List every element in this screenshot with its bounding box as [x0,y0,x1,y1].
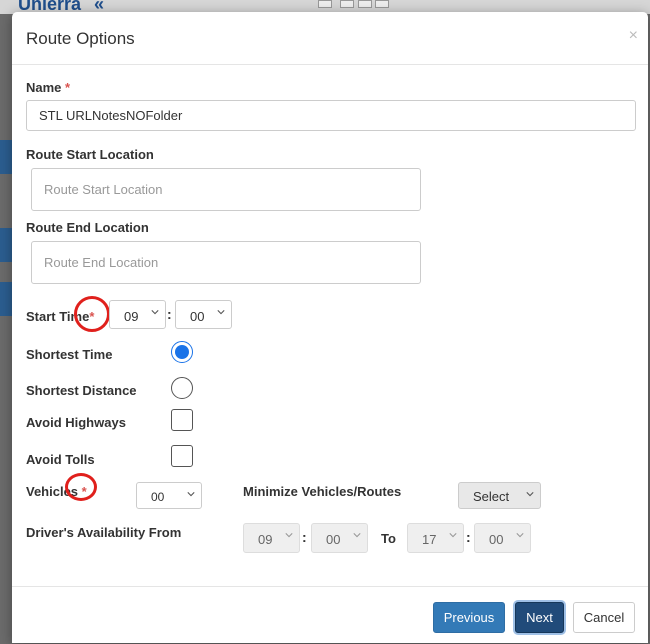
name-label: Name * [26,80,71,95]
background-icon [318,0,332,8]
time-separator: : [302,529,307,545]
background-icon [340,0,354,8]
chevron-down-icon [449,533,457,538]
annotation-circle [74,296,110,332]
background-strip [0,140,12,174]
shortest-time-label: Shortest Time [26,347,113,362]
end-location-input[interactable] [31,241,421,284]
modal-footer: Previous Next Cancel [12,586,648,644]
background-strip [0,228,12,262]
start-location-label: Route Start Location [26,147,154,162]
avoid-highways-label: Avoid Highways [26,415,126,430]
availability-from-minute-select[interactable]: 00 [311,523,368,553]
chevron-down-icon [353,533,361,538]
start-location-input[interactable] [31,168,421,211]
minimize-select[interactable]: Select [458,482,541,509]
name-field[interactable] [26,100,636,131]
chevron-down-icon [526,492,534,497]
modal-header: Route Options × [12,12,648,65]
to-label: To [381,531,396,546]
time-separator: : [167,306,172,322]
start-hour-select[interactable]: 09 [109,300,166,329]
vehicles-select[interactable]: 00 [136,482,202,509]
chevron-down-icon [217,310,225,315]
availability-from-hour-select[interactable]: 09 [243,523,300,553]
start-minute-select[interactable]: 00 [175,300,232,329]
annotation-circle [65,473,97,501]
availability-label: Driver's Availability From [26,525,182,540]
availability-to-hour-select[interactable]: 17 [407,523,464,553]
shortest-distance-label: Shortest Distance [26,383,137,398]
close-icon[interactable]: × [629,27,638,45]
availability-to-minute-select[interactable]: 00 [474,523,531,553]
chevron-down-icon [285,533,293,538]
chevron-down-icon [187,492,195,497]
avoid-highways-checkbox[interactable] [171,409,193,431]
time-separator: : [466,529,471,545]
route-options-modal: Route Options × Name * Route Start Locat… [12,12,648,643]
chevron-down-icon [151,310,159,315]
chevron-down-icon [516,533,524,538]
end-location-label: Route End Location [26,220,149,235]
background-strip [0,282,12,316]
next-button[interactable]: Next [515,602,564,633]
previous-button[interactable]: Previous [433,602,505,633]
shortest-time-radio[interactable] [171,341,193,363]
avoid-tolls-label: Avoid Tolls [26,452,95,467]
avoid-tolls-checkbox[interactable] [171,445,193,467]
background-icon [375,0,389,8]
shortest-distance-radio[interactable] [171,377,193,399]
cancel-button[interactable]: Cancel [573,602,635,633]
minimize-label: Minimize Vehicles/Routes [243,484,402,499]
background-icon [358,0,372,8]
modal-title: Route Options [26,29,135,48]
